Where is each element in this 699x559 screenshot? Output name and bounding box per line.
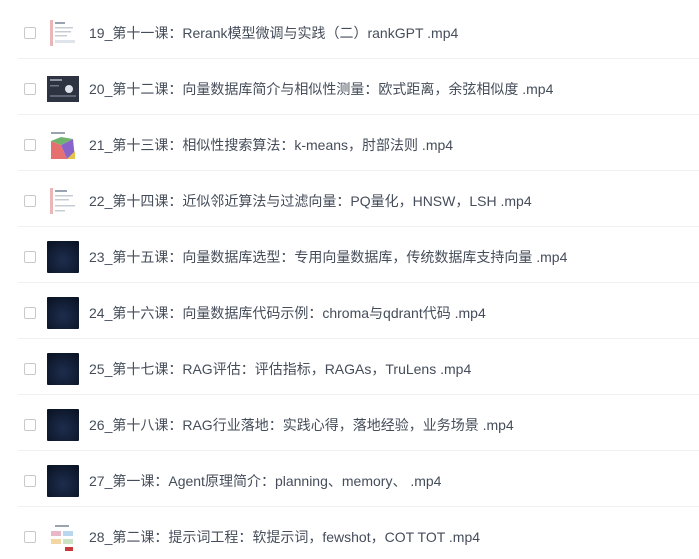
row-checkbox[interactable] xyxy=(24,195,36,207)
file-list: 19_第十一课：Rerank模型微调与实践（二）rankGPT .mp4 20_… xyxy=(0,0,699,559)
slide-chart-light-icon xyxy=(47,521,79,553)
file-name[interactable]: 20_第十二课：向量数据库简介与相似性测量：欧式距离，余弦相似度 .mp4 xyxy=(89,79,553,99)
slide-light-icon xyxy=(47,17,79,49)
row-checkbox[interactable] xyxy=(24,83,36,95)
video-dark-icon xyxy=(47,297,79,329)
row-checkbox[interactable] xyxy=(24,27,36,39)
file-row[interactable]: 21_第十三课：相似性搜索算法：k-means，肘部法则 .mp4 xyxy=(0,115,699,171)
file-name[interactable]: 21_第十三课：相似性搜索算法：k-means，肘部法则 .mp4 xyxy=(89,135,453,155)
video-dark-icon xyxy=(47,241,79,273)
row-checkbox[interactable] xyxy=(24,363,36,375)
file-name[interactable]: 19_第十一课：Rerank模型微调与实践（二）rankGPT .mp4 xyxy=(89,23,458,43)
row-checkbox[interactable] xyxy=(24,475,36,487)
row-checkbox[interactable] xyxy=(24,139,36,151)
file-row[interactable]: 24_第十六课：向量数据库代码示例：chroma与qdrant代码 .mp4 xyxy=(0,283,699,339)
row-checkbox[interactable] xyxy=(24,419,36,431)
file-row[interactable]: 19_第十一课：Rerank模型微调与实践（二）rankGPT .mp4 xyxy=(0,3,699,59)
file-row[interactable]: 26_第十八课：RAG行业落地：实践心得，落地经验，业务场景 .mp4 xyxy=(0,395,699,451)
video-dark-icon xyxy=(47,409,79,441)
file-row[interactable]: 23_第十五课：向量数据库选型：专用向量数据库，传统数据库支持向量 .mp4 xyxy=(0,227,699,283)
file-row[interactable]: 28_第二课：提示词工程：软提示词，fewshot，COT TOT .mp4 xyxy=(0,507,699,559)
row-checkbox[interactable] xyxy=(24,307,36,319)
file-name[interactable]: 27_第一课：Agent原理简介：planning、memory、 .mp4 xyxy=(89,471,441,491)
file-row[interactable]: 27_第一课：Agent原理简介：planning、memory、 .mp4 xyxy=(0,451,699,507)
file-row[interactable]: 25_第十七课：RAG评估：评估指标，RAGAs，TruLens .mp4 xyxy=(0,339,699,395)
slide-light-icon xyxy=(47,185,79,217)
file-name[interactable]: 25_第十七课：RAG评估：评估指标，RAGAs，TruLens .mp4 xyxy=(89,359,471,379)
slide-dark-video-icon xyxy=(47,73,79,105)
file-name[interactable]: 22_第十四课：近似邻近算法与过滤向量：PQ量化，HNSW，LSH .mp4 xyxy=(89,191,532,211)
file-row[interactable]: 22_第十四课：近似邻近算法与过滤向量：PQ量化，HNSW，LSH .mp4 xyxy=(0,171,699,227)
row-checkbox[interactable] xyxy=(24,531,36,543)
row-checkbox[interactable] xyxy=(24,251,36,263)
file-row[interactable]: 20_第十二课：向量数据库简介与相似性测量：欧式距离，余弦相似度 .mp4 xyxy=(0,59,699,115)
video-dark-icon xyxy=(47,353,79,385)
file-name[interactable]: 26_第十八课：RAG行业落地：实践心得，落地经验，业务场景 .mp4 xyxy=(89,415,514,435)
file-name[interactable]: 28_第二课：提示词工程：软提示词，fewshot，COT TOT .mp4 xyxy=(89,527,480,547)
file-name[interactable]: 23_第十五课：向量数据库选型：专用向量数据库，传统数据库支持向量 .mp4 xyxy=(89,247,567,267)
slide-chart-icon xyxy=(47,129,79,161)
file-name[interactable]: 24_第十六课：向量数据库代码示例：chroma与qdrant代码 .mp4 xyxy=(89,303,486,323)
video-dark-icon xyxy=(47,465,79,497)
